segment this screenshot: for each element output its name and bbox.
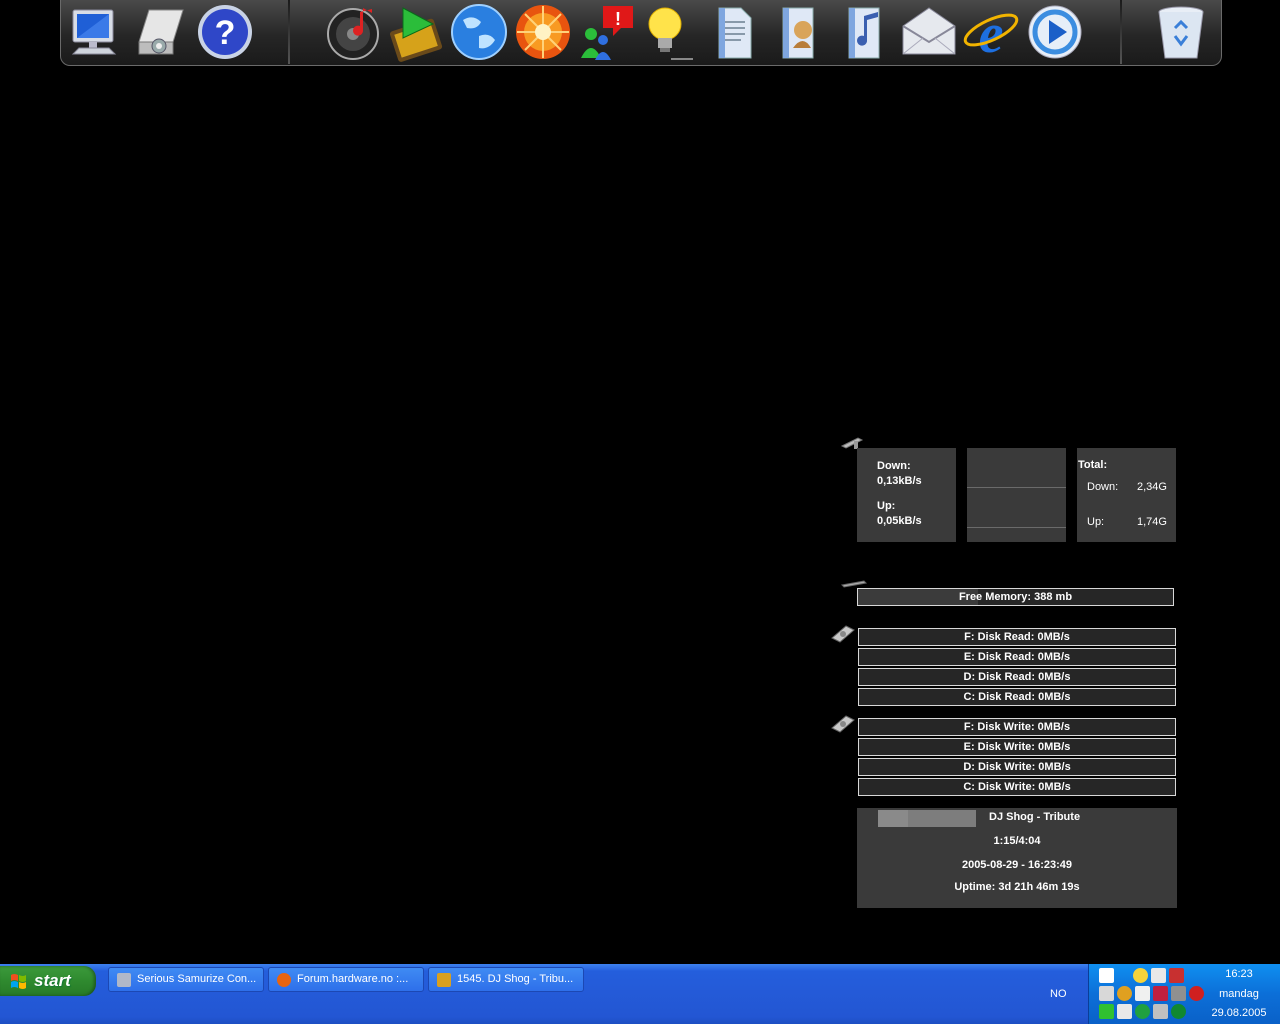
uptime: Uptime: 3d 21h 46m 19s: [954, 881, 1080, 893]
free-memory-label: Free Memory: 388 mb: [958, 591, 1073, 603]
disk-write-d: D: Disk Write: 0MB/s: [858, 758, 1176, 776]
network-globe-icon[interactable]: [1117, 986, 1132, 1001]
tray-app-icon[interactable]: [1153, 1004, 1168, 1019]
tray-app-icon[interactable]: [1135, 986, 1150, 1001]
dock-separator: [1120, 0, 1122, 64]
track-title: DJ Shog - Tribute: [989, 811, 1081, 823]
free-memory-bar: Free Memory: 388 mb: [857, 588, 1174, 606]
graph-line-down: [967, 487, 1066, 488]
disk-read-e: E: Disk Read: 0MB/s: [858, 648, 1176, 666]
network-graph-panel: [967, 448, 1066, 542]
internet-explorer-icon[interactable]: e: [961, 2, 1021, 62]
tray-app-icon[interactable]: [1099, 986, 1114, 1001]
clock-date[interactable]: 29.08.2005: [1204, 1007, 1274, 1019]
taskbar-item-samurize[interactable]: Serious Samurize Con...: [108, 967, 264, 992]
my-computer-icon[interactable]: [65, 2, 125, 62]
disk-write-f: F: Disk Write: 0MB/s: [858, 718, 1176, 736]
hard-disk-icon: [831, 715, 855, 733]
total-up-value: 1,74G: [1137, 516, 1167, 528]
taskbar-item-label: 1545. DJ Shog - Tribu...: [457, 973, 574, 985]
windows-logo-icon: [11, 974, 26, 989]
network-total-panel: Total: Down: 2,34G Up: 1,74G: [1077, 448, 1176, 542]
dock-bar: ? ! e: [60, 0, 1222, 66]
speaker-icon[interactable]: [1169, 968, 1184, 983]
network-globe-icon[interactable]: [449, 2, 509, 62]
taskbar-item-label: Serious Samurize Con...: [137, 973, 257, 985]
lightbulb-icon[interactable]: [637, 2, 697, 62]
disk-write-c: C: Disk Write: 0MB/s: [858, 778, 1176, 796]
tray-app-icon[interactable]: [1099, 1004, 1114, 1019]
track-position: 1:15/4:04: [993, 835, 1041, 847]
taskbar-item-winamp[interactable]: 1545. DJ Shog - Tribu...: [428, 967, 584, 992]
tray-app-icon[interactable]: [1171, 986, 1186, 1001]
language-indicator[interactable]: NO: [1050, 988, 1067, 1000]
graph-line-up: [967, 527, 1066, 528]
recycle-bin-icon[interactable]: [1151, 2, 1211, 62]
system-tray: 16:23 mandag 29.08.2005: [1088, 964, 1280, 1024]
tray-app-icon[interactable]: [1135, 1004, 1150, 1019]
music-folder-icon[interactable]: [835, 2, 895, 62]
music-cd-icon[interactable]: [323, 2, 383, 62]
start-button[interactable]: start: [0, 966, 96, 996]
dock-separator: [288, 0, 290, 64]
down-value: 0,13kB/s: [877, 475, 922, 487]
svg-text:!: !: [615, 9, 621, 29]
tray-app-icon[interactable]: [1099, 968, 1114, 983]
now-playing-panel: DJ Shog - Tribute 1:15/4:04 2005-08-29 -…: [857, 808, 1177, 908]
disk-read-d: D: Disk Read: 0MB/s: [858, 668, 1176, 686]
media-play-icon[interactable]: [1025, 2, 1085, 62]
total-down-label: Down:: [1087, 481, 1119, 493]
taskbar: start Serious Samurize Con... Forum.hard…: [0, 964, 1280, 1024]
pictures-icon[interactable]: [769, 2, 829, 62]
tray-app-icon[interactable]: [1171, 1004, 1186, 1019]
tray-app-icon[interactable]: [1189, 986, 1204, 1001]
track-progress-fill: [878, 810, 909, 827]
taskbar-item-label: Forum.hardware.no :...: [297, 973, 409, 985]
lightbulb-icon[interactable]: [1133, 968, 1148, 983]
documents-icon[interactable]: [705, 2, 765, 62]
tray-app-icon[interactable]: [1153, 986, 1168, 1001]
disk-read-c: C: Disk Read: 0MB/s: [858, 688, 1176, 706]
help-icon[interactable]: ?: [195, 2, 255, 62]
clock-day[interactable]: mandag: [1204, 988, 1274, 1000]
up-label: Up:: [877, 500, 896, 512]
total-label: Total:: [1078, 459, 1108, 471]
firefox-icon[interactable]: [513, 2, 573, 62]
date-time: 2005-08-29 - 16:23:49: [961, 859, 1073, 871]
down-label: Down:: [877, 460, 911, 472]
total-down-value: 2,34G: [1137, 481, 1167, 493]
network-speed-panel: Down: 0,13kB/s Up: 0,05kB/s: [857, 448, 956, 542]
control-panel-icon[interactable]: [129, 2, 189, 62]
taskbar-item-firefox[interactable]: Forum.hardware.no :...: [268, 967, 424, 992]
messenger-icon[interactable]: !: [577, 2, 637, 62]
samurize-icon: [117, 973, 131, 987]
svg-text:e: e: [979, 3, 1004, 62]
start-label: start: [34, 971, 71, 990]
up-value: 0,05kB/s: [877, 515, 922, 527]
track-progress-bar: [878, 810, 976, 827]
winamp-icon: [437, 973, 451, 987]
media-player-icon[interactable]: [387, 2, 447, 62]
clock-time[interactable]: 16:23: [1204, 968, 1274, 980]
disk-read-f: F: Disk Read: 0MB/s: [858, 628, 1176, 646]
email-icon[interactable]: [899, 2, 959, 62]
hard-disk-icon: [831, 625, 855, 643]
svg-text:?: ?: [215, 14, 236, 52]
steam-icon[interactable]: [1151, 968, 1166, 983]
total-up-label: Up:: [1087, 516, 1105, 528]
tray-app-icon[interactable]: [1117, 1004, 1132, 1019]
firefox-icon: [277, 973, 291, 987]
disk-write-e: E: Disk Write: 0MB/s: [858, 738, 1176, 756]
